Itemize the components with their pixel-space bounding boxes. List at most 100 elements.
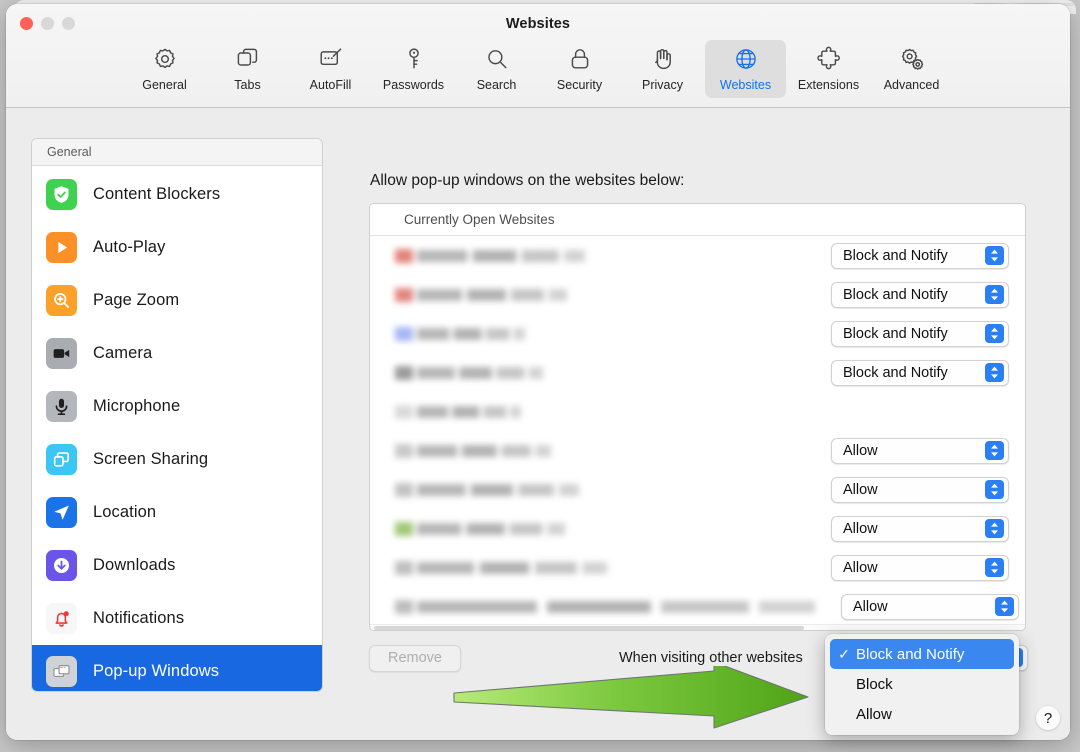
remove-button[interactable]: Remove [369,644,461,672]
sidebar-item-label: Auto-Play [93,238,166,256]
sidebar-item-notifications[interactable]: Notifications [32,592,322,645]
safari-preferences-window: Websites General Tabs AutoFill Passwords Sea… [6,4,1070,740]
checkmark-icon: ✓ [838,645,850,662]
toolbar-tab-label: Websites [719,78,772,92]
gear-icon [152,45,178,73]
toolbar-tab-label: Search [476,78,517,92]
row-permission-popup-button[interactable]: Allow [831,476,1009,503]
scrollbar-thumb[interactable] [374,626,804,630]
website-row[interactable]: Block and Notify [370,275,1025,314]
dropdown-option-label: Block and Notify [856,645,965,663]
chevron-updown-icon [985,363,1004,382]
website-row[interactable]: Allow [370,509,1025,548]
popup-windows-icon [46,656,77,687]
redacted-site-name [395,440,555,462]
toolbar-tab-extensions[interactable]: Extensions [788,40,869,98]
puzzle-icon [816,45,842,73]
dropdown-option-block-and-notify[interactable]: ✓ Block and Notify [830,639,1014,669]
row-permission-popup-button[interactable]: Block and Notify [831,281,1009,308]
website-row[interactable]: Block and Notify [370,314,1025,353]
toolbar-tab-websites[interactable]: Websites [705,40,786,98]
row-permission-popup-button[interactable]: Allow [831,437,1009,464]
sidebar-section-header: General [32,139,322,166]
website-row[interactable]: Block and Notify [370,236,1025,275]
redacted-site-name [395,245,588,267]
chevron-updown-icon [985,324,1004,343]
sidebar-item-content-blockers[interactable]: Content Blockers [32,168,322,221]
tabs-icon [235,45,261,73]
row-permission-value: Allow [853,598,888,615]
toolbar-tab-label: Tabs [234,78,261,92]
website-row[interactable]: Block and Notify [370,353,1025,392]
sidebar-item-label: Downloads [93,556,176,574]
websites-list-box: Currently Open Websites Block and Notify… [369,203,1026,631]
redacted-site-name [395,323,529,345]
redacted-site-name [395,518,569,540]
screen-root: Websites General Tabs AutoFill Passwords Sea… [0,0,1080,752]
chevron-updown-icon [985,519,1004,538]
website-row[interactable] [370,392,1025,431]
toolbar-tab-search[interactable]: Search [456,40,537,98]
row-permission-value: Allow [843,559,878,576]
redacted-site-name [395,284,570,306]
row-permission-value: Allow [843,520,878,537]
website-row[interactable]: Allow [370,548,1025,587]
toolbar-tab-label: AutoFill [309,78,352,92]
toolbar-tab-passwords[interactable]: Passwords [373,40,454,98]
sidebar-item-microphone[interactable]: Microphone [32,380,322,433]
redacted-site-name [395,479,582,501]
sidebar-item-label: Pop-up Windows [93,662,220,680]
sidebar-item-camera[interactable]: Camera [32,327,322,380]
row-permission-popup-button[interactable]: Block and Notify [831,359,1009,386]
toolbar-tab-label: Extensions [797,78,860,92]
toolbar-tab-general[interactable]: General [124,40,205,98]
sidebar-item-label: Screen Sharing [93,450,209,468]
toolbar-tab-autofill[interactable]: AutoFill [290,40,371,98]
sidebar-item-page-zoom[interactable]: Page Zoom [32,274,322,327]
row-permission-popup-button[interactable]: Block and Notify [831,320,1009,347]
shield-check-icon [46,179,77,210]
sidebar-item-downloads[interactable]: Downloads [32,539,322,592]
row-permission-popup-button[interactable]: Allow [831,515,1009,542]
row-permission-value: Block and Notify [843,325,948,342]
toolbar-tab-security[interactable]: Security [539,40,620,98]
toolbar-tab-label: Passwords [382,78,445,92]
panel-caption: Allow pop-up windows on the websites bel… [370,172,685,189]
dropdown-option-block[interactable]: Block [830,669,1014,699]
window-title: Websites [505,16,571,32]
toolbar-tab-privacy[interactable]: Privacy [622,40,703,98]
zoom-in-icon [46,285,77,316]
horizontal-scrollbar[interactable] [370,624,1025,630]
sidebar-item-pop-up-windows[interactable]: Pop-up Windows [32,645,322,691]
list-section-header: Currently Open Websites [370,204,1025,236]
website-row[interactable]: Allow [370,587,1025,626]
row-permission-value: Block and Notify [843,364,948,381]
row-permission-value: Block and Notify [843,247,948,264]
sidebar-item-auto-play[interactable]: Auto-Play [32,221,322,274]
chevron-updown-icon [995,597,1014,616]
websites-sidebar: General Content Blockers Auto-Play Page Zo… [31,138,323,692]
dropdown-option-allow[interactable]: Allow [830,699,1014,729]
row-permission-popup-button[interactable]: Allow [841,593,1019,620]
website-row[interactable]: Allow [370,470,1025,509]
toolbar-tab-label: Security [556,78,603,92]
help-button[interactable]: ? [1036,706,1060,730]
row-permission-value: Block and Notify [843,286,948,303]
toolbar-tab-advanced[interactable]: Advanced [871,40,952,98]
screen-share-icon [46,444,77,475]
toolbar-tab-tabs[interactable]: Tabs [207,40,288,98]
chevron-updown-icon [985,558,1004,577]
sidebar-item-location[interactable]: Location [32,486,322,539]
window-titlebar: Websites General Tabs AutoFill Passwords Sea… [6,4,1070,108]
sidebar-item-label: Content Blockers [93,185,221,203]
website-row[interactable]: Allow [370,431,1025,470]
hand-icon [650,45,676,73]
search-icon [484,45,510,73]
row-permission-popup-button[interactable]: Block and Notify [831,242,1009,269]
row-permission-popup-button[interactable]: Allow [831,554,1009,581]
camera-icon [46,338,77,369]
autofill-icon [318,45,344,73]
toolbar-tab-label: Advanced [883,78,940,92]
sidebar-item-screen-sharing[interactable]: Screen Sharing [32,433,322,486]
dropdown-option-label: Allow [856,705,892,723]
